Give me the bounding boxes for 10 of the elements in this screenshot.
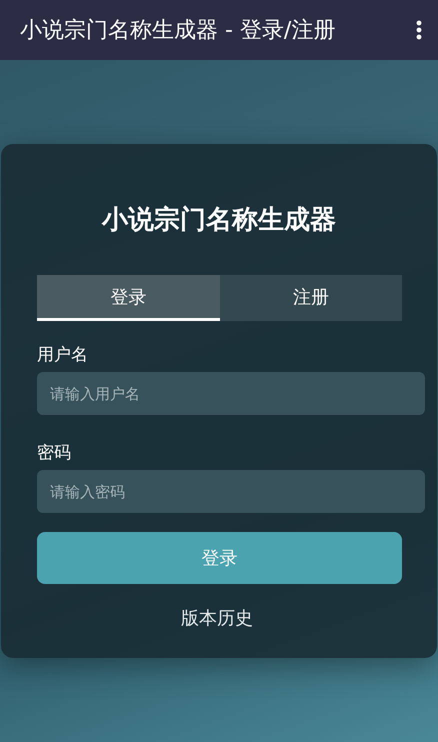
field-label: 用户名 (37, 344, 89, 366)
menu-icon[interactable] (416, 20, 422, 40)
input-field[interactable]: 请输入用户名 (37, 372, 425, 415)
input-field[interactable]: 请输入密码 (37, 470, 425, 513)
tab[interactable]: 登录 (37, 275, 220, 321)
field-label: 密码 (37, 442, 72, 464)
app-title: 小说宗门名称生成器 - 登录/注册 (20, 17, 336, 45)
version-history-link[interactable]: 版本历史 (181, 606, 253, 630)
tab[interactable]: 注册 (220, 275, 402, 321)
card-title: 小说宗门名称生成器 (100, 204, 337, 237)
